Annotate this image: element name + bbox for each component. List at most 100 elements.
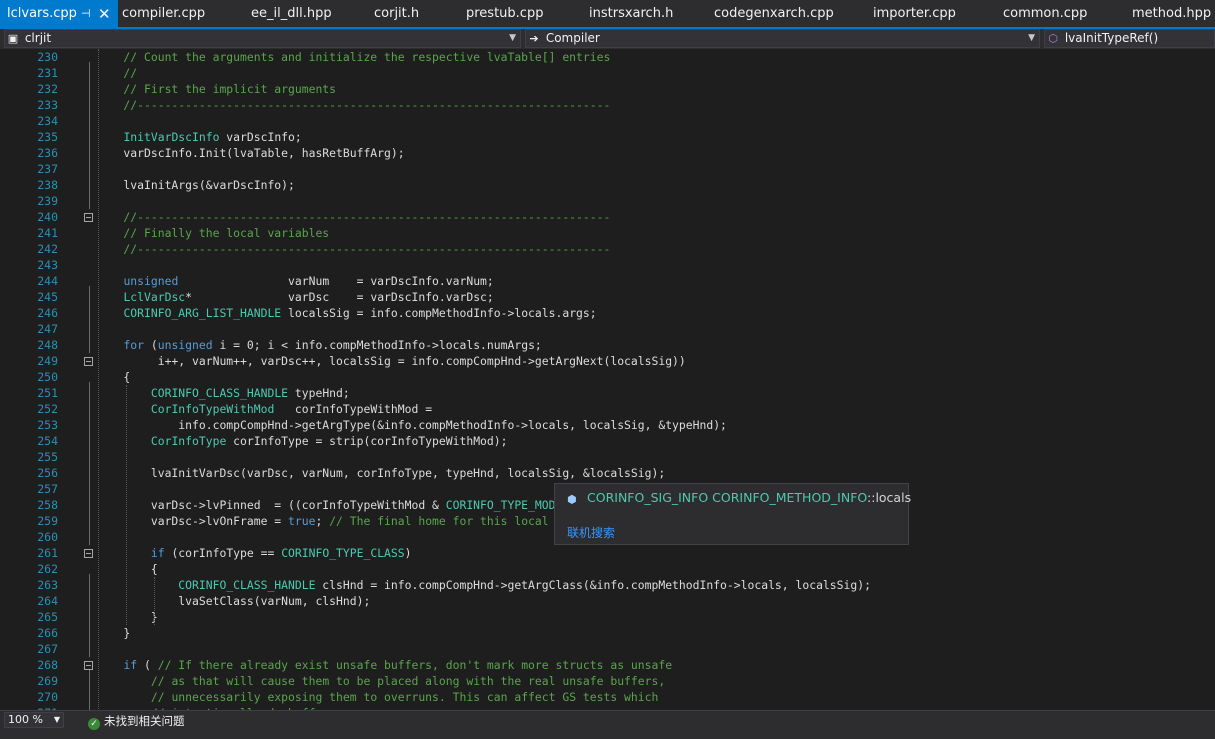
code-token: InitVarDscInfo <box>123 130 220 144</box>
code-line: } <box>96 625 1206 641</box>
code-line: CorInfoType corInfoType = strip(corInfoT… <box>96 433 1206 449</box>
tab-corjit[interactable]: corjit.h <box>374 0 419 27</box>
editor-status-bar: 100 % ▼ ✓ 未找到相关问题 <box>0 710 1215 730</box>
code-line: //--------------------------------------… <box>96 97 1206 113</box>
tab-method[interactable]: method.hpp <box>1132 0 1211 27</box>
issues-indicator[interactable]: ✓ 未找到相关问题 <box>88 713 185 730</box>
code-token: lvaSetClass(varNum, clsHnd); <box>96 594 371 608</box>
code-token: typeHnd; <box>288 386 350 400</box>
code-token: // First the implicit arguments <box>96 82 337 96</box>
code-line: // unnecessarily exposing them to overru… <box>96 689 1206 705</box>
online-search-link[interactable]: 联机搜索 <box>567 524 615 541</box>
code-token: } <box>96 626 131 640</box>
code-token: // as that will cause them to be placed … <box>150 674 666 688</box>
pin-icon[interactable]: ⊣ <box>81 0 91 28</box>
code-line: { <box>96 369 1206 385</box>
outline-bracket <box>89 670 90 710</box>
line-number: 236 <box>37 146 58 160</box>
project-dropdown[interactable]: ▣ clrjit ▼ <box>4 29 521 48</box>
line-number: 252 <box>37 402 58 416</box>
outline-bracket <box>89 382 90 545</box>
line-number: 260 <box>37 530 58 544</box>
chevron-down-icon: ▼ <box>53 715 60 724</box>
tab-label: lclvars.cpp <box>7 6 77 21</box>
code-line: // First the implicit arguments <box>96 81 1206 97</box>
tab-ee-il-dll[interactable]: ee_il_dll.hpp <box>251 0 332 27</box>
code-line: for (unsigned i = 0; i < info.compMethod… <box>96 337 1206 353</box>
tab-strip: lclvars.cpp ⊣ ✕ compiler.cpp ee_il_dll.hpp co… <box>0 0 1215 27</box>
scope-dropdown[interactable]: ➔ Compiler ▼ <box>525 29 1040 48</box>
code-line: lvaInitArgs(&varDscInfo); <box>96 177 1206 193</box>
line-number: 251 <box>37 386 58 400</box>
tab-lclvars[interactable]: lclvars.cpp ⊣ ✕ <box>0 0 118 27</box>
code-token: varDsc->lvOnFrame = <box>96 514 289 528</box>
code-token: * varDsc = varDscInfo.varDsc; <box>185 290 494 304</box>
fold-toggle[interactable] <box>84 549 93 558</box>
code-token: //--------------------------------------… <box>96 98 611 112</box>
code-token: if <box>150 546 165 560</box>
code-lines: // Count the arguments and initialize th… <box>96 49 1206 710</box>
line-number: 238 <box>37 178 58 192</box>
tab-importer[interactable]: importer.cpp <box>873 0 956 27</box>
line-number: 266 <box>37 626 58 640</box>
code-token: if <box>123 658 138 672</box>
line-number: 258 <box>37 498 58 512</box>
close-icon[interactable]: ✕ <box>98 0 111 28</box>
arrow-right-icon: ➔ <box>529 32 539 45</box>
fold-toggle[interactable] <box>84 357 93 366</box>
code-token: CORINFO_CLASS_HANDLE <box>178 578 316 592</box>
code-line: CORINFO_CLASS_HANDLE clsHnd = info.compC… <box>96 577 1206 593</box>
outline-bracket <box>89 574 90 657</box>
code-token: corInfoType = strip(corInfoTypeWithMod); <box>226 434 508 448</box>
line-number: 264 <box>37 594 58 608</box>
tab-prestub[interactable]: prestub.cpp <box>466 0 543 27</box>
indent-guide <box>154 577 155 625</box>
line-number: 263 <box>37 578 58 592</box>
line-number: 270 <box>37 690 58 704</box>
line-number: 261 <box>37 546 58 560</box>
code-token: unsigned <box>157 338 213 352</box>
code-editor[interactable]: 230 231 232 233 234 235 236 237 238 239 240 241 242 2… <box>0 49 1215 710</box>
tab-label: instrsxarch.h <box>589 6 674 21</box>
line-number: 265 <box>37 610 58 624</box>
code-token: (corInfoType == <box>164 546 282 560</box>
fold-toggle[interactable] <box>84 661 93 670</box>
code-token: varDscInfo; <box>219 130 302 144</box>
code-token: i = 0; i < info.compMethodInfo->locals.n… <box>212 338 542 352</box>
code-token: //--------------------------------------… <box>96 242 611 256</box>
line-number-gutter: 230 231 232 233 234 235 236 237 238 239 240 241 242 2… <box>26 49 58 710</box>
line-number: 245 <box>37 290 58 304</box>
line-number: 250 <box>37 370 58 384</box>
line-number: 232 <box>37 82 58 96</box>
tab-codegenxarch[interactable]: codegenxarch.cpp <box>714 0 834 27</box>
tab-label: common.cpp <box>1003 6 1088 21</box>
issues-text: 未找到相关问题 <box>104 714 185 728</box>
fold-toggle[interactable] <box>84 213 93 222</box>
tab-compiler[interactable]: compiler.cpp <box>122 0 205 27</box>
zoom-dropdown[interactable]: 100 % ▼ <box>4 712 64 728</box>
code-line: if (corInfoType == CORINFO_TYPE_CLASS) <box>96 545 1206 561</box>
line-number: 235 <box>37 130 58 144</box>
tab-label: prestub.cpp <box>466 6 544 21</box>
code-token: corInfoTypeWithMod = <box>274 402 433 416</box>
bottom-bar <box>0 730 1215 739</box>
code-token: for <box>123 338 145 352</box>
tab-common[interactable]: common.cpp <box>1003 0 1087 27</box>
tab-instrsxarch[interactable]: instrsxarch.h <box>589 0 673 27</box>
code-token: ( <box>144 338 158 352</box>
line-number: 247 <box>37 322 58 336</box>
code-token: true <box>288 514 316 528</box>
scope-dropdown-label: Compiler <box>545 31 600 45</box>
tooltip-member-name: ::locals <box>867 490 912 505</box>
line-number: 233 <box>37 98 58 112</box>
member-dropdown[interactable]: ⬡ lvaInitTypeRef() <box>1044 29 1215 48</box>
